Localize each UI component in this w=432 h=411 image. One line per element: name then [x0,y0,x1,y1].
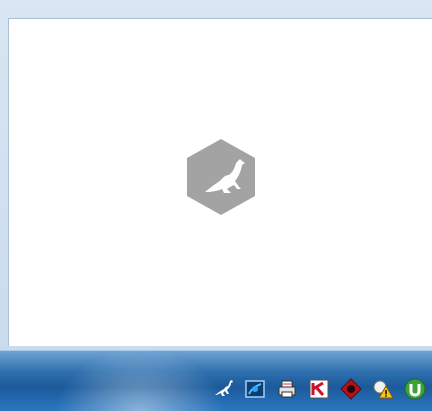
kangaroo-hexagon-icon [185,137,257,217]
utorrent-tray-icon[interactable] [402,376,428,402]
printer-tray-icon[interactable] [274,376,300,402]
network-tray-icon[interactable] [242,376,268,402]
kaspersky-tray-icon[interactable] [306,376,332,402]
taskbar [0,350,432,411]
window-content [8,18,432,346]
warning-tray-icon[interactable] [370,376,396,402]
red-diamond-tray-icon[interactable] [338,376,364,402]
system-tray [210,376,428,402]
app-window [0,0,432,358]
kangaroo-tray-icon[interactable] [210,376,236,402]
